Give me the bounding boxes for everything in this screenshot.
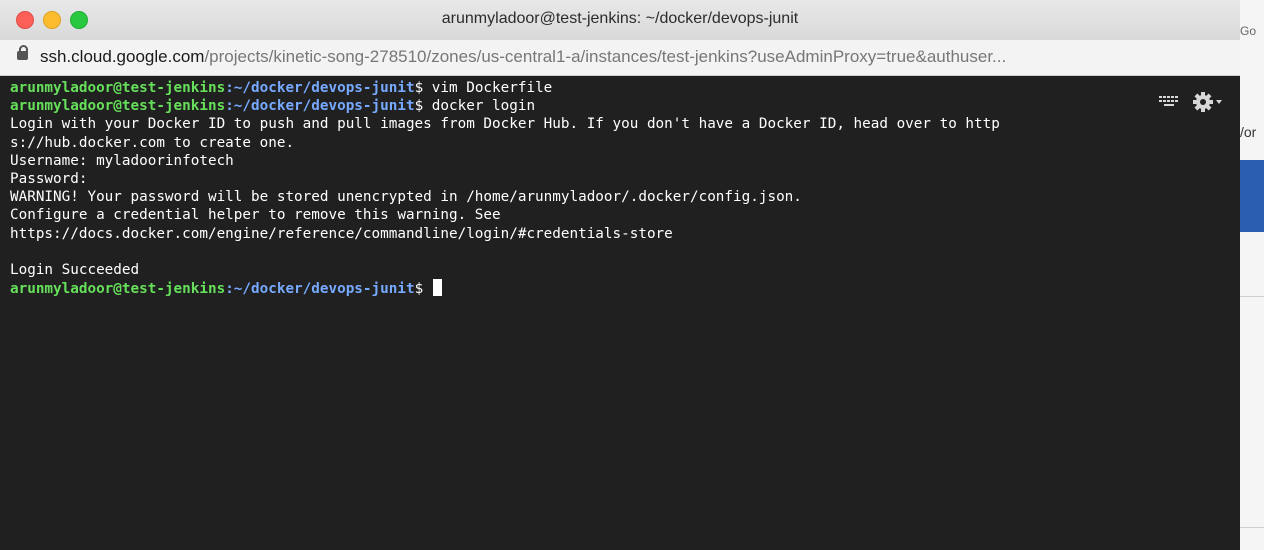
terminal-output-line: Password:	[10, 170, 1000, 188]
settings-menu[interactable]	[1193, 92, 1222, 112]
output-text: Login with your Docker ID to push and pu…	[10, 116, 1000, 133]
gear-icon[interactable]	[1193, 92, 1213, 112]
output-text: Username: myladoorinfotech	[10, 152, 234, 169]
terminal-output-line: https://docs.docker.com/engine/reference…	[10, 225, 1000, 243]
terminal-cursor	[432, 279, 442, 297]
terminal[interactable]: arunmyladoor@test-jenkins:~/docker/devop…	[0, 76, 1240, 550]
prompt-symbol: $	[414, 80, 432, 96]
lock-icon	[17, 45, 28, 60]
prompt-user: arunmyladoor@test-jenkins	[10, 281, 226, 298]
window-title: arunmyladoor@test-jenkins: ~/docker/devo…	[441, 10, 799, 27]
background-window	[1240, 0, 1264, 550]
background-text: Go	[1240, 24, 1257, 38]
prompt-user: arunmyladoor@test-jenkins	[10, 98, 226, 115]
terminal-output-line: Username: myladoorinfotech	[10, 152, 1000, 170]
command-text: docker login	[431, 98, 536, 115]
terminal-prompt-line: arunmyladoor@test-jenkins:~/docker/devop…	[10, 79, 1000, 97]
output-text: s://hub.docker.com to create one.	[10, 134, 295, 151]
terminal-output-line: WARNING! Your password will be stored un…	[10, 188, 1000, 206]
output-text: WARNING! Your password will be stored un…	[10, 189, 802, 206]
divider	[1240, 296, 1264, 297]
terminal-prompt-line: arunmyladoor@test-jenkins:~/docker/devop…	[10, 279, 1000, 297]
command-text: vim Dockerfile	[431, 80, 553, 96]
prompt-user: arunmyladoor@test-jenkins	[10, 80, 226, 96]
divider	[1240, 527, 1264, 528]
background-text: /or	[1240, 124, 1257, 140]
output-text: https://docs.docker.com/engine/reference…	[10, 225, 673, 242]
keyboard-icon[interactable]	[1159, 96, 1179, 108]
terminal-output: arunmyladoor@test-jenkins:~/docker/devop…	[10, 79, 1000, 297]
prompt-path: :~/docker/devops-junit	[225, 281, 415, 298]
terminal-toolbar	[1159, 92, 1222, 112]
title-bar: arunmyladoor@test-jenkins: ~/docker/devo…	[0, 0, 1240, 41]
prompt-symbol: $	[414, 98, 432, 115]
terminal-output-line: Configure a credential helper to remove …	[10, 206, 1000, 224]
output-text: Password:	[10, 170, 88, 187]
prompt-symbol: $	[414, 281, 432, 298]
prompt-path: :~/docker/devops-junit	[225, 80, 415, 96]
address-bar[interactable]: ssh.cloud.google.com/projects/kinetic-so…	[0, 40, 1240, 76]
url-path: /projects/kinetic-song-278510/zones/us-c…	[204, 47, 1007, 66]
chevron-down-icon	[1216, 100, 1222, 104]
terminal-output-line: Login Succeeded	[10, 261, 1000, 279]
terminal-output-line: Login with your Docker ID to push and pu…	[10, 115, 1000, 133]
url-text[interactable]: ssh.cloud.google.com/projects/kinetic-so…	[40, 47, 1006, 67]
output-text: Configure a credential helper to remove …	[10, 207, 501, 224]
terminal-prompt-line: arunmyladoor@test-jenkins:~/docker/devop…	[10, 97, 1000, 115]
terminal-output-line: s://hub.docker.com to create one.	[10, 134, 1000, 152]
url-host: ssh.cloud.google.com	[40, 47, 205, 66]
prompt-path: :~/docker/devops-junit	[225, 98, 415, 115]
output-text: Login Succeeded	[10, 261, 140, 278]
background-panel	[1240, 160, 1264, 232]
ssh-browser-window: arunmyladoor@test-jenkins: ~/docker/devo…	[0, 0, 1240, 550]
